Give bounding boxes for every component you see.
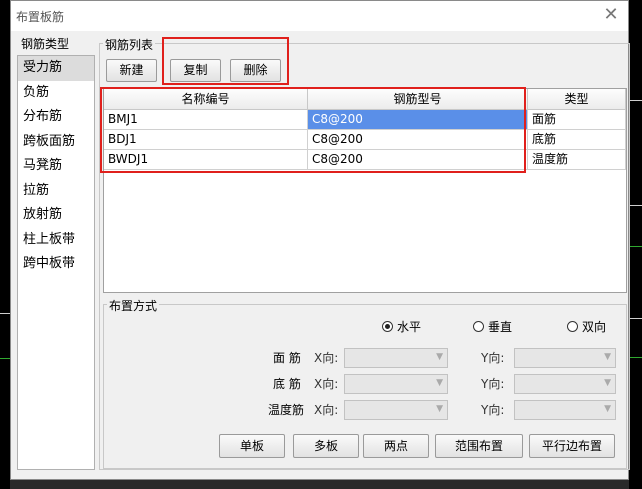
temperature-x-select[interactable]: ▼ <box>344 400 448 420</box>
temperature-y-select[interactable]: ▼ <box>514 400 616 420</box>
types-label: 钢筋类型 <box>19 35 72 52</box>
two-point-button[interactable]: 两点 <box>363 434 429 458</box>
type-item[interactable]: 跨中板带 <box>18 252 94 277</box>
bottom-y-select[interactable]: ▼ <box>514 374 616 394</box>
top-y-select[interactable]: ▼ <box>514 348 616 368</box>
close-icon[interactable]: ✕ <box>600 5 622 27</box>
row-label-bottom: 底 筋 <box>273 377 301 391</box>
layout-method-label: 布置方式 <box>107 297 160 314</box>
y-label: Y向: <box>481 351 505 365</box>
background-left <box>0 0 10 489</box>
bg-line <box>629 357 642 358</box>
type-item[interactable]: 马凳筋 <box>18 154 94 179</box>
radio-label-vertical[interactable]: 垂直 <box>488 316 512 338</box>
type-item[interactable]: 分布筋 <box>18 105 94 130</box>
range-layout-button[interactable]: 范围布置 <box>435 434 523 458</box>
type-item[interactable]: 拉筋 <box>18 179 94 204</box>
table-cell-spec[interactable]: C8@200 <box>308 110 528 130</box>
background-right <box>629 0 642 489</box>
table-cell-spec[interactable]: C8@200 <box>308 150 528 170</box>
parallel-edge-layout-button[interactable]: 平行边布置 <box>529 434 615 458</box>
chevron-down-icon: ▼ <box>436 378 443 388</box>
x-label: X向: <box>314 351 339 365</box>
type-item[interactable]: 放射筋 <box>18 203 94 228</box>
multi-board-button[interactable]: 多板 <box>293 434 359 458</box>
copy-button[interactable]: 复制 <box>170 59 221 82</box>
chevron-down-icon: ▼ <box>604 378 611 388</box>
rebar-type-list: 受力筋 负筋 分布筋 跨板面筋 马凳筋 拉筋 放射筋 柱上板带 跨中板带 <box>17 55 95 470</box>
type-item[interactable]: 跨板面筋 <box>18 130 94 155</box>
bottom-x-select[interactable]: ▼ <box>344 374 448 394</box>
rebar-table: 名称编号 钢筋型号 类型 BMJ1 C8@200 面筋 BDJ1 C8@200 … <box>103 88 627 293</box>
bg-line <box>629 318 642 319</box>
bg-line <box>629 205 642 206</box>
radio-label-bidirectional[interactable]: 双向 <box>582 316 606 338</box>
row-label-temperature: 温度筋 <box>268 403 305 417</box>
chevron-down-icon: ▼ <box>436 352 443 362</box>
x-label: X向: <box>314 403 339 417</box>
table-cell-name[interactable]: BMJ1 <box>104 110 308 130</box>
type-item[interactable]: 受力筋 <box>18 56 94 81</box>
column-header-spec[interactable]: 钢筋型号 <box>308 89 528 110</box>
radio-selected-dot <box>385 324 390 329</box>
type-item[interactable]: 柱上板带 <box>18 228 94 253</box>
table-cell-name[interactable]: BWDJ1 <box>104 150 308 170</box>
bg-line <box>0 313 10 314</box>
window-title: 布置板筋 <box>16 10 65 24</box>
chevron-down-icon: ▼ <box>604 352 611 362</box>
table-cell-name[interactable]: BDJ1 <box>104 130 308 150</box>
radio-vertical[interactable] <box>473 321 484 332</box>
type-item[interactable]: 负筋 <box>18 81 94 106</box>
radio-label-horizontal[interactable]: 水平 <box>397 316 421 338</box>
chevron-down-icon: ▼ <box>604 404 611 414</box>
top-x-select[interactable]: ▼ <box>344 348 448 368</box>
table-cell-type[interactable]: 底筋 <box>528 130 626 150</box>
table-cell-type[interactable]: 面筋 <box>528 110 626 130</box>
list-label: 钢筋列表 <box>103 36 156 53</box>
table-cell-spec[interactable]: C8@200 <box>308 130 528 150</box>
row-label-top: 面 筋 <box>273 351 301 365</box>
y-label: Y向: <box>481 377 505 391</box>
chevron-down-icon: ▼ <box>436 404 443 414</box>
radio-horizontal[interactable] <box>382 321 393 332</box>
new-button[interactable]: 新建 <box>106 59 157 82</box>
column-header-type[interactable]: 类型 <box>528 89 626 110</box>
title-bar: 布置板筋 ✕ <box>11 1 628 31</box>
y-label: Y向: <box>481 403 505 417</box>
rebar-dialog: 布置板筋 ✕ 钢筋类型 受力筋 负筋 分布筋 跨板面筋 马凳筋 拉筋 放射筋 柱… <box>10 0 630 480</box>
radio-bidirectional[interactable] <box>567 321 578 332</box>
bg-line <box>0 358 10 359</box>
x-label: X向: <box>314 377 339 391</box>
table-cell-type[interactable]: 温度筋 <box>528 150 626 170</box>
column-header-name[interactable]: 名称编号 <box>104 89 308 110</box>
bg-line <box>629 246 642 247</box>
delete-button[interactable]: 删除 <box>230 59 281 82</box>
bg-line <box>629 100 642 101</box>
single-board-button[interactable]: 单板 <box>219 434 285 458</box>
